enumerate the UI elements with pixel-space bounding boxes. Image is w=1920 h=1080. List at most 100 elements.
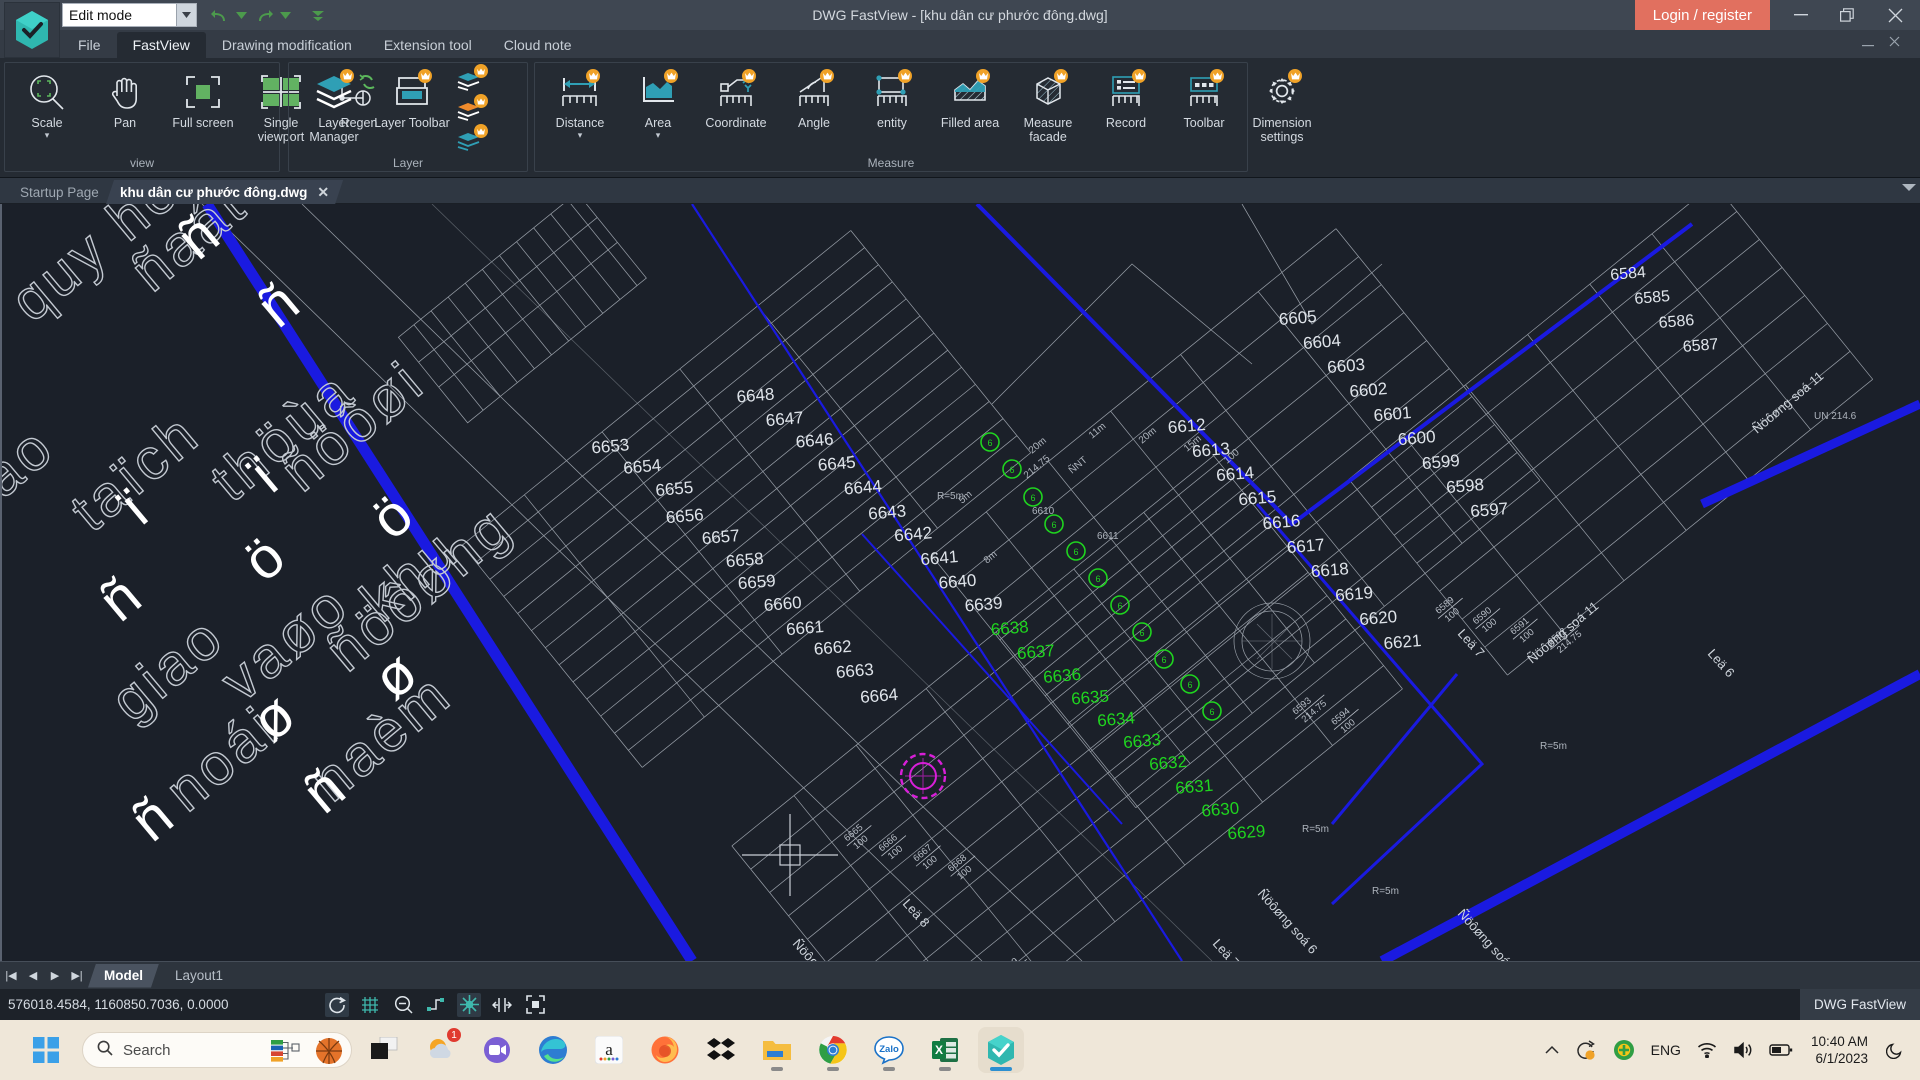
osnap-tracking-icon[interactable] [457, 992, 481, 1017]
ribbon-button-record[interactable]: Record [1087, 67, 1165, 130]
next-layout-icon[interactable]: ▶ [44, 969, 66, 982]
layer-on-icon[interactable] [453, 124, 488, 155]
ribbon-button-angle[interactable]: Angle [775, 67, 853, 130]
layout-tab-model[interactable]: Model [88, 964, 159, 988]
tab-scroll-chevron-icon[interactable] [1902, 183, 1916, 195]
bracket-icon[interactable] [271, 1039, 305, 1068]
ribbon-button-full-screen[interactable]: Full screen [164, 67, 242, 130]
minimize-icon[interactable] [1778, 0, 1824, 30]
undo-icon[interactable] [210, 6, 229, 25]
qat-more-icon[interactable] [308, 6, 327, 25]
cad-viewport[interactable]: 6653 6654 6655 6656 6657 6658 6659 6660 … [2, 204, 1920, 961]
redo-icon[interactable] [254, 6, 273, 25]
ribbon-close-icon[interactable] [1889, 36, 1900, 50]
search-icon [97, 1040, 113, 1061]
svg-text:Zalo: Zalo [879, 1044, 899, 1055]
file-explorer-icon[interactable] [754, 1027, 800, 1073]
chrome-icon[interactable] [810, 1027, 856, 1073]
dropbox-icon[interactable] [698, 1027, 744, 1073]
last-layout-icon[interactable]: ▶| [66, 969, 88, 982]
login-register-button[interactable]: Login / register [1634, 0, 1770, 30]
chevron-down-icon[interactable] [176, 4, 196, 26]
start-button-icon[interactable] [24, 1028, 68, 1072]
onedrive-sync-icon[interactable] [1567, 1020, 1605, 1080]
chevron-down-icon[interactable]: ▾ [656, 131, 661, 140]
pro-crown-icon [1054, 69, 1068, 83]
firefox-icon[interactable] [642, 1027, 688, 1073]
excel-icon[interactable]: X [922, 1027, 968, 1073]
menu-fastview[interactable]: FastView [116, 32, 206, 58]
chevron-down-icon[interactable]: ▾ [45, 131, 50, 140]
ribbon-group-view: Scale ▾ Pan Full screen Single viewport … [4, 62, 377, 172]
ribbon-button-area[interactable]: Area ▾ [619, 67, 697, 140]
ribbon-button-measure-facade[interactable]: Measure facade [1009, 67, 1087, 144]
menu-file[interactable]: File [62, 32, 117, 58]
do-not-disturb-icon[interactable] [1878, 1020, 1920, 1080]
restore-icon[interactable] [1824, 0, 1870, 30]
menu-cloud-note[interactable]: Cloud note [488, 32, 588, 58]
doc-tab-label: Startup Page [20, 184, 99, 200]
language-indicator[interactable]: ENG [1643, 1020, 1689, 1080]
layer-isolate-icon[interactable] [453, 94, 488, 125]
ribbon-button-coordinate[interactable]: Coordinate [697, 67, 775, 130]
svg-text:6: 6 [1209, 707, 1214, 717]
ribbon-button-distance[interactable]: Distance ▾ [541, 67, 619, 140]
ribbon-button-layer-manager[interactable]: Layer Manager [295, 67, 373, 144]
ribbon-button-measure-toolbar[interactable]: Toolbar [1165, 67, 1243, 130]
menu-drawing-modification[interactable]: Drawing modification [206, 32, 368, 58]
close-icon[interactable] [1872, 0, 1918, 30]
close-icon[interactable]: ✕ [317, 184, 329, 201]
undo-dropdown-icon[interactable] [232, 6, 251, 25]
parcel-label: 6639 [964, 593, 1003, 615]
edit-mode-dropdown[interactable]: Edit mode [62, 3, 197, 27]
ribbon-label-measure-toolbar: Toolbar [1183, 116, 1225, 130]
weather-icon[interactable]: 1 [418, 1027, 464, 1073]
app-logo[interactable] [4, 2, 60, 58]
svg-text:6634: 6634 [1096, 708, 1135, 730]
show-hidden-icons-icon[interactable] [1537, 1020, 1567, 1080]
basketball-icon[interactable] [315, 1037, 343, 1070]
teams-icon[interactable] [474, 1027, 520, 1073]
zalo-icon[interactable]: Zalo [866, 1027, 912, 1073]
polar-tracking-icon[interactable] [325, 992, 349, 1017]
ribbon-minimize-icon[interactable] [1862, 36, 1874, 50]
wifi-icon[interactable] [1689, 1020, 1725, 1080]
edge-icon[interactable] [530, 1027, 576, 1073]
selection-cycling-icon[interactable] [523, 993, 547, 1017]
parcel-label: 6656 [665, 505, 704, 527]
ribbon-group-measure: Distance ▾ Area ▾ Coordinate Angle entit… [534, 62, 1312, 172]
clock[interactable]: 10:40 AM 6/1/2023 [1801, 1033, 1878, 1067]
layer-manager-icon [312, 69, 356, 113]
ribbon-button-dimension-settings[interactable]: Dimension settings [1243, 67, 1321, 144]
parcel-label: 6640 [938, 571, 977, 593]
doc-tab-startup-page[interactable]: Startup Page [6, 180, 113, 204]
dynamic-input-icon[interactable] [490, 993, 514, 1017]
speaker-icon[interactable] [1725, 1020, 1761, 1080]
antivirus-icon[interactable] [1605, 1020, 1643, 1080]
object-snap-icon[interactable] [391, 993, 415, 1017]
drawing-canvas[interactable]: 6653 6654 6655 6656 6657 6658 6659 6660 … [0, 204, 1920, 961]
search-input[interactable]: Search [82, 1032, 352, 1068]
layer-off-icon[interactable] [453, 64, 488, 95]
ribbon-button-entity[interactable]: entity [853, 67, 931, 130]
first-layout-icon[interactable]: |◀ [0, 969, 22, 982]
amazon-icon[interactable]: a [586, 1027, 632, 1073]
windows-taskbar: Search 1 a Zalo X ENG 10:40 AM 6/1/2023 [0, 1020, 1920, 1080]
doc-tab-khu-dan-cu-phuoc-dong[interactable]: khu dân cư phước đông.dwg ✕ [106, 180, 343, 204]
ribbon-button-layer-toolbar[interactable]: Layer Toolbar [373, 67, 451, 130]
parcel-label: 6648 [736, 384, 775, 406]
menu-extension-tool[interactable]: Extension tool [368, 32, 488, 58]
grid-icon[interactable] [358, 993, 382, 1017]
redo-dropdown-icon[interactable] [276, 6, 295, 25]
prev-layout-icon[interactable]: ◀ [22, 969, 44, 982]
ribbon-button-pan[interactable]: Pan [86, 67, 164, 130]
parcel-label: 6597 [1470, 499, 1509, 521]
battery-icon[interactable] [1761, 1020, 1801, 1080]
chevron-down-icon[interactable]: ▾ [578, 131, 583, 140]
layout-tab-layout1[interactable]: Layout1 [159, 964, 239, 988]
dwg-fastview-icon[interactable] [978, 1027, 1024, 1073]
ribbon-button-filled-area[interactable]: Filled area [931, 67, 1009, 130]
ortho-icon[interactable] [424, 993, 448, 1017]
task-view-icon[interactable] [362, 1027, 408, 1073]
ribbon-button-scale[interactable]: Scale ▾ [8, 67, 86, 140]
